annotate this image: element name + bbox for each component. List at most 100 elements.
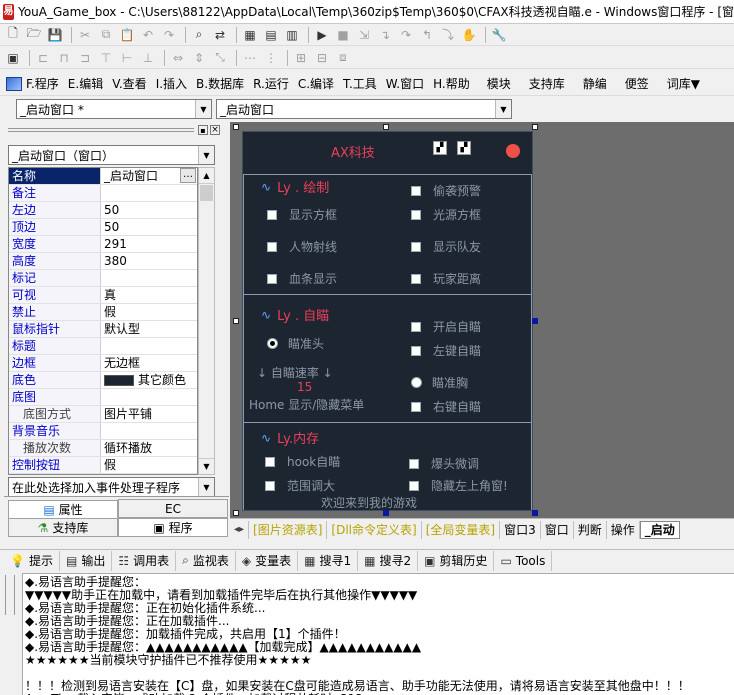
- output-pane[interactable]: ◆.易语言助手提醒您： ▼▼▼▼▼助手正在加载中，请看到加载插件完毕后在执行其他操…: [22, 573, 734, 695]
- startup-form[interactable]: AX科技 ▞ ▞ ∿ Ly . 绘制 显示方框 人物射线 血条显示 偷袭预警 光…: [242, 131, 533, 511]
- property-value[interactable]: 291: [101, 236, 197, 252]
- resize-handle[interactable]: [383, 124, 389, 130]
- checkbox-headshot-tweak[interactable]: 爆头微调: [409, 455, 479, 472]
- panel-pin-icon[interactable]: ▪: [198, 125, 208, 135]
- menu-thesaurus[interactable]: 词库▼: [667, 75, 700, 92]
- property-row[interactable]: 边框 无边框: [9, 355, 197, 372]
- output-tab[interactable]: ▦ 搜寻1: [298, 550, 359, 571]
- align-bottom-icon[interactable]: ⊥: [139, 49, 157, 67]
- debug-icon[interactable]: 🔧: [490, 26, 508, 44]
- property-value[interactable]: [101, 338, 197, 354]
- output-tab[interactable]: ▭ Tools: [494, 550, 553, 571]
- property-row[interactable]: 顶边 50: [9, 219, 197, 236]
- property-value[interactable]: 50: [101, 219, 197, 235]
- checkbox-sneak-warning[interactable]: 偷袭预警: [411, 182, 481, 199]
- property-row[interactable]: 控制按钮假: [9, 457, 197, 474]
- tab-program[interactable]: ▣ 程序: [118, 518, 228, 537]
- replace-icon[interactable]: ⇄: [211, 26, 229, 44]
- output-tab[interactable]: ⌕ 监视表: [176, 550, 236, 571]
- output-tab[interactable]: ☷ 调用表: [112, 550, 177, 571]
- property-value[interactable]: 假: [101, 457, 197, 473]
- property-row[interactable]: 可视真: [9, 287, 197, 304]
- menu-database[interactable]: B.数据库: [196, 75, 244, 92]
- chevron-down-icon[interactable]: ▼: [198, 478, 214, 496]
- design-tab[interactable]: [Dll命令定义表]: [327, 520, 422, 539]
- property-row[interactable]: 标记: [9, 270, 197, 287]
- property-row[interactable]: 播放次数 循环播放: [9, 440, 197, 457]
- menu-insert[interactable]: I.插入: [156, 75, 187, 92]
- ellipsis-button[interactable]: …: [180, 168, 196, 183]
- undo-icon[interactable]: ↶: [139, 26, 157, 44]
- same-width-icon[interactable]: ⇔: [169, 49, 187, 67]
- tab-ec[interactable]: EC: [118, 499, 228, 518]
- align-center-icon[interactable]: ⊓: [55, 49, 73, 67]
- resize-handle[interactable]: [532, 510, 538, 516]
- v-space-icon[interactable]: ⋮: [262, 49, 280, 67]
- chevron-down-icon[interactable]: ▼: [195, 100, 211, 118]
- resize-handle[interactable]: [233, 510, 239, 516]
- tab-scroll-icon[interactable]: ◂▸: [230, 520, 250, 539]
- chevron-down-icon[interactable]: ▼: [495, 100, 511, 118]
- checkbox-range-increase[interactable]: 范围调大: [265, 477, 335, 494]
- chevron-down-icon[interactable]: ▼: [198, 146, 214, 164]
- resize-handle[interactable]: [383, 510, 389, 516]
- tab-properties[interactable]: ▤ 属性: [8, 500, 118, 519]
- design-tab[interactable]: 操作: [607, 520, 640, 539]
- menu-program[interactable]: F.程序: [26, 75, 59, 92]
- align-middle-icon[interactable]: ⊢: [118, 49, 136, 67]
- output-grip[interactable]: [5, 575, 15, 615]
- checkbox-left-click-aim[interactable]: 左键自瞄: [411, 342, 481, 359]
- step-out-icon[interactable]: ↰: [418, 26, 436, 44]
- property-value[interactable]: 其它颜色: [101, 372, 197, 388]
- design-tab[interactable]: _启动: [639, 520, 680, 539]
- menu-compile[interactable]: C.编译: [298, 75, 334, 92]
- property-row[interactable]: 左边 50: [9, 202, 197, 219]
- panel-grip[interactable]: [8, 128, 194, 132]
- menu-notes[interactable]: 便签: [625, 75, 649, 92]
- property-value[interactable]: 假: [101, 304, 197, 320]
- output-tab[interactable]: ◈ 变量表: [236, 550, 299, 571]
- output-tab[interactable]: ▣ 剪辑历史: [418, 550, 495, 571]
- new-file-icon[interactable]: 🗋: [4, 26, 22, 44]
- resize-handle[interactable]: [532, 124, 538, 130]
- close-icon[interactable]: [506, 144, 520, 158]
- radio-aim-head[interactable]: 瞄准头: [267, 335, 324, 352]
- paste-icon[interactable]: 📋: [118, 26, 136, 44]
- property-row[interactable]: 名称 _启动窗口…: [9, 168, 197, 185]
- property-value[interactable]: [101, 185, 197, 201]
- layout2-icon[interactable]: ▤: [262, 26, 280, 44]
- menu-run[interactable]: R.运行: [253, 75, 289, 92]
- copy-icon[interactable]: ⧉: [97, 26, 115, 44]
- event-select[interactable]: _启动窗口 ▼: [216, 99, 512, 119]
- picture-box-icon[interactable]: ▞: [457, 141, 471, 155]
- same-size-icon[interactable]: ⤡: [211, 49, 229, 67]
- panel-close-icon[interactable]: ×: [210, 125, 220, 135]
- property-value[interactable]: 默认型: [101, 321, 197, 337]
- property-value[interactable]: 图片平铺: [101, 406, 197, 422]
- menu-view[interactable]: V.查看: [112, 75, 146, 92]
- design-tab[interactable]: [图片资源表]: [249, 520, 328, 539]
- grid-icon[interactable]: ▣: [4, 49, 22, 67]
- property-row[interactable]: 底色 其它颜色: [9, 372, 197, 389]
- step-into-icon[interactable]: ↴: [376, 26, 394, 44]
- same-height-icon[interactable]: ⇕: [190, 49, 208, 67]
- checkbox-light-box[interactable]: 光源方框: [411, 206, 481, 223]
- save-icon[interactable]: 💾: [46, 26, 64, 44]
- checkbox-show-box[interactable]: 显示方框: [267, 206, 337, 223]
- resize-handle[interactable]: [532, 318, 538, 324]
- menu-module[interactable]: 模块: [487, 75, 511, 92]
- scroll-thumb[interactable]: [200, 185, 213, 201]
- h-space-icon[interactable]: ⋯: [241, 49, 259, 67]
- design-tab[interactable]: [全局变量表]: [422, 520, 501, 539]
- design-tab[interactable]: 判断: [574, 520, 607, 539]
- design-tab[interactable]: 窗口3: [500, 520, 541, 539]
- property-value[interactable]: 380: [101, 253, 197, 269]
- property-value[interactable]: 循环播放: [101, 440, 197, 456]
- menu-help[interactable]: H.帮助: [433, 75, 470, 92]
- property-row[interactable]: 背景音乐: [9, 423, 197, 440]
- window-select[interactable]: _启动窗口 * ▼: [16, 99, 212, 119]
- run-to-icon[interactable]: ⤵: [439, 26, 457, 44]
- menu-tools[interactable]: T.工具: [343, 75, 377, 92]
- property-row[interactable]: 备注: [9, 185, 197, 202]
- scroll-down-icon[interactable]: ▼: [199, 458, 214, 474]
